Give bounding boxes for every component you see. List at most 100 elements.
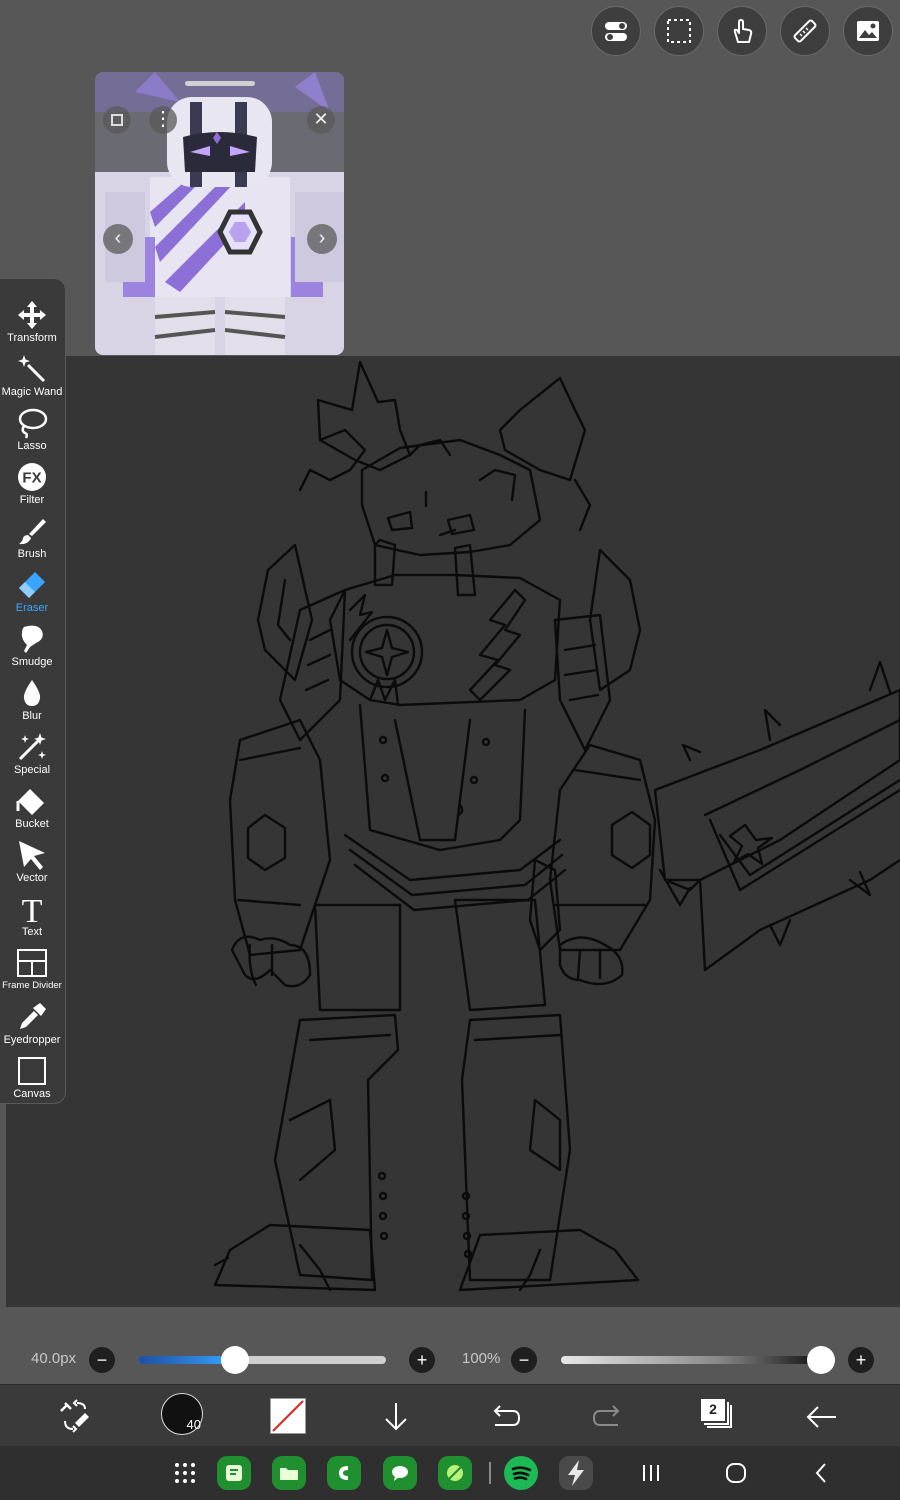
app-power-tools[interactable] [559,1456,593,1490]
brush-icon [19,519,46,545]
chevron-left-icon: ‹ [114,227,122,249]
brush-size-button[interactable]: 40 [161,1393,203,1435]
reference-close-button[interactable]: ✕ [307,106,335,134]
tool-label: Canvas [13,1088,51,1100]
brush-size-slider[interactable] [138,1356,386,1364]
lightning-icon [568,1460,584,1486]
minus-icon: − [518,1350,530,1370]
plus-icon: + [855,1350,867,1370]
tool-eyedropper[interactable]: Eyedropper [0,991,64,1046]
download-button[interactable] [376,1397,416,1437]
selection-button[interactable] [654,6,704,56]
image-icon [857,21,879,41]
brush-size-badge: 40 [186,1417,201,1432]
folder-icon [280,1468,298,1480]
grid-dots-icon [175,1463,195,1483]
frame-divider-icon [17,949,47,977]
system-back-button[interactable] [810,1461,834,1485]
app-browser[interactable] [438,1456,472,1490]
tool-text[interactable]: T Text [0,883,64,938]
ruler-button[interactable] [780,6,830,56]
home-icon [726,1463,746,1483]
chevron-left-icon [815,1463,826,1483]
tool-lasso[interactable]: Lasso [0,397,64,452]
drawing-canvas[interactable] [6,356,900,1307]
tool-bucket[interactable]: Bucket [0,775,64,830]
more-vertical-icon: ⋮ [153,108,173,130]
reference-next-button[interactable]: › [307,224,337,254]
ruler-icon [793,19,817,43]
app-phone[interactable] [327,1456,361,1490]
recents-icon [643,1465,659,1481]
tool-label: Frame Divider [2,980,62,991]
tool-blur[interactable]: Blur [0,667,64,722]
opacity-slider[interactable] [561,1356,821,1364]
minus-icon: − [96,1350,108,1370]
bucket-icon [16,789,44,815]
reference-menu-button[interactable]: ⋮ [149,106,177,134]
canvas-icon [18,1057,46,1085]
redo-icon [592,1405,620,1426]
transform-icon [18,301,46,329]
back-button[interactable] [802,1397,842,1437]
tool-special[interactable]: Special [0,721,64,776]
reference-prev-button[interactable]: ‹ [103,224,133,254]
tool-magic-wand[interactable]: Magic Wand [0,343,64,398]
plus-icon: + [416,1350,428,1370]
app-files[interactable] [272,1456,306,1490]
eraser-icon [19,572,45,598]
special-icon [18,733,46,761]
fx-icon: FX [18,463,46,491]
brush-size-value: 40.0px [31,1350,77,1367]
layer-toggle-button[interactable] [591,6,641,56]
layer-toggle-icon [605,22,627,41]
brush-size-thumb[interactable] [220,1346,249,1374]
brush-eraser-swap-icon [60,1399,89,1433]
reference-window[interactable]: ⋮ ✕ ‹ › [95,72,344,355]
app-messages[interactable] [383,1456,417,1490]
color-swatch-button[interactable] [270,1398,306,1434]
fx-glyph: FX [22,470,41,487]
magic-wand-icon [18,355,46,383]
tool-transform[interactable]: Transform [0,289,64,344]
tool-filter[interactable]: FX Filter [0,451,64,506]
line-art-drawing [213,360,900,1292]
redo-button[interactable] [590,1397,630,1437]
notes-icon [226,1465,242,1481]
tool-canvas[interactable]: Canvas [0,1045,64,1100]
app-drawer-button[interactable] [172,1460,198,1486]
tool-palette: Transform Magic Wand Lasso FX Filter Bru… [0,278,66,1104]
tool-eraser[interactable]: Eraser [0,559,64,614]
opacity-decrease-button[interactable]: − [511,1347,537,1373]
opacity-value: 100% [462,1350,501,1367]
dock-divider [489,1462,491,1484]
close-icon: ✕ [313,109,329,129]
swap-tool-button[interactable] [55,1397,95,1437]
smudge-icon [21,625,43,653]
recent-apps-button[interactable] [640,1462,662,1484]
text-glyph: T [22,893,43,925]
home-button[interactable] [724,1461,748,1485]
bottom-action-bar: 40 2 [0,1384,900,1447]
touch-icon [733,19,753,43]
text-icon: T [22,893,43,925]
undo-button[interactable] [483,1397,523,1437]
size-decrease-button[interactable]: − [89,1347,115,1373]
lasso-icon [18,408,48,439]
opacity-increase-button[interactable]: + [848,1347,874,1373]
opacity-thumb[interactable] [807,1346,835,1374]
image-button[interactable] [843,6,893,56]
app-notes[interactable] [217,1456,251,1490]
tool-brush[interactable]: Brush [0,505,64,560]
tool-vector[interactable]: Vector [0,829,64,884]
tool-smudge[interactable]: Smudge [0,613,64,668]
layers-button[interactable]: 2 [697,1395,737,1435]
app-spotify[interactable] [504,1456,538,1490]
reference-resize-button[interactable] [103,106,131,134]
eyedropper-icon [20,1003,46,1029]
reference-image [95,72,344,355]
touch-button[interactable] [717,6,767,56]
size-increase-button[interactable]: + [409,1347,435,1373]
blur-drop-icon [23,680,41,706]
tool-frame-divider[interactable]: Frame Divider [0,937,64,991]
